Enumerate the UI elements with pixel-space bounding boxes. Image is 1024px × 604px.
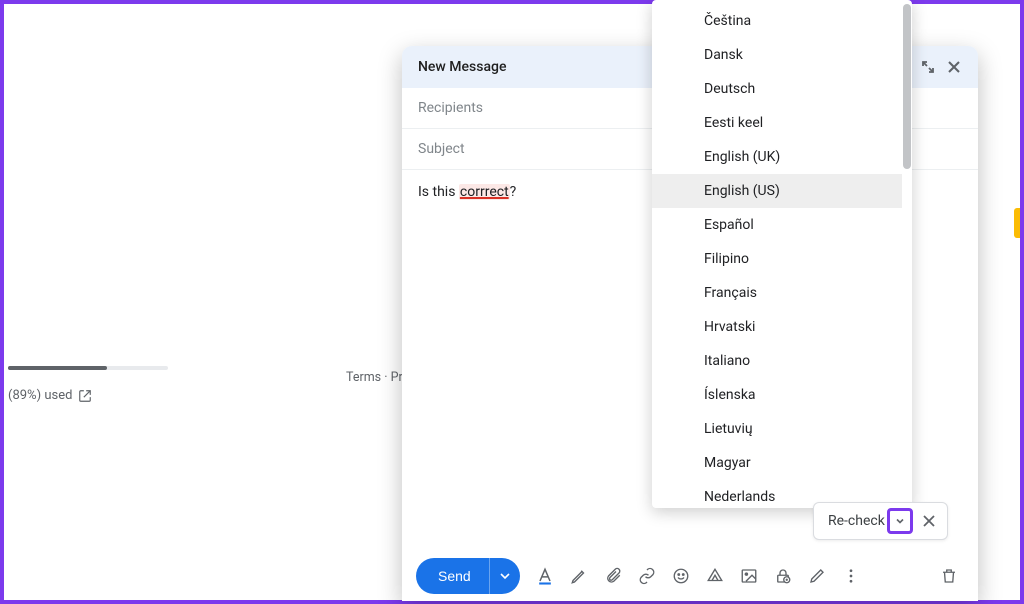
signature-icon[interactable] — [802, 561, 832, 591]
language-menu: Čeština Dansk Deutsch Eesti keel English… — [652, 0, 912, 508]
lang-item[interactable]: Lietuvių — [652, 412, 902, 446]
recheck-label[interactable]: Re-check — [828, 513, 885, 529]
lang-item[interactable]: Íslenska — [652, 378, 902, 412]
lang-item[interactable]: Magyar — [652, 446, 902, 480]
language-list[interactable]: Čeština Dansk Deutsch Eesti keel English… — [652, 0, 902, 508]
attach-icon[interactable] — [598, 561, 628, 591]
lang-item[interactable]: English (UK) — [652, 140, 902, 174]
close-icon[interactable] — [946, 59, 962, 75]
lang-item[interactable]: Français — [652, 276, 902, 310]
lang-item[interactable]: Čeština — [652, 4, 902, 38]
body-text-suffix: ? — [510, 184, 517, 200]
lang-item[interactable]: Deutsch — [652, 72, 902, 106]
lang-item[interactable]: Filipino — [652, 242, 902, 276]
scrollbar-thumb[interactable] — [903, 4, 911, 169]
recheck-dropdown-button[interactable] — [887, 508, 913, 534]
open-in-new-icon[interactable] — [78, 389, 92, 403]
more-icon[interactable] — [836, 561, 866, 591]
send-button-label[interactable]: Send — [416, 558, 490, 594]
storage-bar-fill — [8, 366, 107, 370]
lang-item[interactable]: Eesti keel — [652, 106, 902, 140]
expand-icon[interactable] — [920, 59, 936, 75]
link-icon[interactable] — [632, 561, 662, 591]
storage-percent-label: (89%) used — [8, 388, 72, 403]
language-scrollbar[interactable] — [902, 0, 912, 508]
send-options-dropdown[interactable] — [490, 558, 520, 594]
pen-icon[interactable] — [564, 561, 594, 591]
recheck-panel: Re-check — [813, 502, 948, 540]
body-text-prefix: Is this — [418, 184, 459, 200]
storage-usage: (89%) used — [8, 366, 168, 403]
image-icon[interactable] — [734, 561, 764, 591]
recheck-close-icon[interactable] — [919, 511, 939, 531]
send-button[interactable]: Send — [416, 558, 520, 594]
compose-toolbar: Send — [402, 551, 978, 601]
emoji-icon[interactable] — [666, 561, 696, 591]
misspelled-word[interactable]: corrrect — [459, 184, 510, 200]
format-text-icon[interactable] — [530, 561, 560, 591]
storage-bar — [8, 366, 168, 370]
lang-item-selected[interactable]: English (US) — [652, 174, 902, 208]
discard-icon[interactable] — [934, 561, 964, 591]
side-panel-tab[interactable] — [1014, 208, 1020, 238]
lang-item[interactable]: Hrvatski — [652, 310, 902, 344]
recipients-placeholder: Recipients — [418, 100, 483, 116]
lang-item[interactable]: Español — [652, 208, 902, 242]
drive-icon[interactable] — [700, 561, 730, 591]
lang-item[interactable]: Dansk — [652, 38, 902, 72]
compose-title: New Message — [418, 59, 506, 75]
terms-link[interactable]: Terms — [346, 370, 381, 385]
subject-placeholder: Subject — [418, 141, 465, 157]
confidential-icon[interactable] — [768, 561, 798, 591]
lang-item[interactable]: Italiano — [652, 344, 902, 378]
